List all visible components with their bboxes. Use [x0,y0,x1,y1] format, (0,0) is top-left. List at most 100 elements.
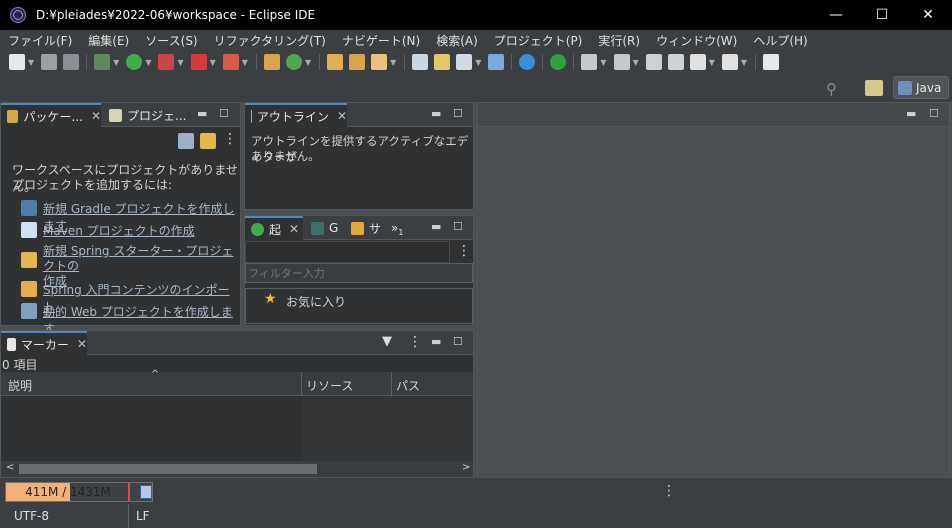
tab-gradle[interactable]: G [305,216,343,240]
horizontal-scrollbar[interactable]: < > [1,461,473,477]
new-class-icon[interactable] [285,54,302,70]
view-menu-icon[interactable]: ⋮ [223,131,237,147]
menu-navigate[interactable]: ナビゲート(N) [334,32,428,49]
close-icon[interactable]: ✕ [337,109,347,123]
collapse-all-icon[interactable] [178,133,194,149]
filter-input[interactable] [245,263,473,283]
maximize-button[interactable]: ☐ [859,0,905,30]
run-icon[interactable] [126,54,143,70]
wizard-icon[interactable] [434,54,451,70]
coverage-dropdown-icon[interactable]: ▼ [177,58,183,67]
menu-file[interactable]: ファイル(F) [0,32,80,49]
gear-icon[interactable] [519,54,536,70]
filter-icon[interactable]: ▼ [382,334,392,349]
close-icon[interactable]: ✕ [289,222,299,236]
minimize-view-icon[interactable]: ▬ [197,107,207,120]
back-dropdown-icon[interactable]: ▼ [709,58,715,67]
minimize-view-icon[interactable]: ▬ [431,107,441,120]
maximize-view-icon[interactable]: ☐ [929,107,939,120]
annotation-next-icon[interactable] [581,54,598,70]
status-drag-handle[interactable]: ⋮ [662,483,676,499]
view-menu-icon[interactable]: ⋮ [408,334,422,350]
scroll-right-icon[interactable]: > [462,462,470,473]
external-tools-dropdown-icon[interactable]: ▼ [242,58,248,67]
minimize-view-icon[interactable]: ▬ [431,335,441,348]
new-package-icon[interactable] [263,54,280,70]
stop-icon[interactable] [190,54,207,70]
tab-overflow[interactable]: » 1 [385,216,409,240]
minimize-button[interactable]: — [813,0,859,30]
maximize-view-icon[interactable]: ☐ [453,335,463,348]
debug-dropdown-icon[interactable]: ▼ [113,58,119,67]
line-delimiter-status[interactable]: LF [136,509,150,523]
minimize-view-icon[interactable]: ▬ [431,220,441,233]
forward-arrow-icon[interactable] [721,54,738,70]
last-edit-icon[interactable] [645,54,662,70]
menu-project[interactable]: プロジェクト(P) [486,32,591,49]
scrollbar-thumb[interactable] [19,464,317,474]
tab-package-explorer[interactable]: パッケー... ✕ [1,103,101,127]
annotation-next-dropdown-icon[interactable]: ▼ [600,58,606,67]
minimize-view-icon[interactable]: ▬ [906,107,916,120]
forward-edit-icon[interactable] [667,54,684,70]
column-divider[interactable] [391,372,392,396]
tab-project-explorer[interactable]: プロジェ... [103,103,191,127]
back-arrow-icon[interactable] [689,54,706,70]
terminal-icon[interactable] [488,54,505,70]
menu-edit[interactable]: 編集(E) [80,32,137,49]
open-task-icon[interactable] [412,54,429,70]
column-resource[interactable]: リソース [306,377,353,394]
new-class-dropdown-icon[interactable]: ▼ [305,58,311,67]
column-path[interactable]: パス [396,377,420,394]
link-editor-icon[interactable] [200,133,216,149]
tab-servers[interactable]: サ [345,216,385,240]
power-icon[interactable] [550,54,567,70]
menu-help[interactable]: ヘルプ(H) [745,32,815,49]
heap-status[interactable]: 411M / 1431M [5,482,153,502]
close-icon[interactable]: ✕ [77,337,87,351]
close-icon[interactable]: ✕ [91,109,101,123]
annotation-prev-icon[interactable] [613,54,630,70]
menu-window[interactable]: ウィンドウ(W) [648,32,745,49]
maximize-view-icon[interactable]: ☐ [219,107,229,120]
favorites-label[interactable]: お気に入り [286,293,346,310]
tab-outline[interactable]: アウトライン ✕ [245,103,347,127]
maximize-view-icon[interactable]: ☐ [453,107,463,120]
link-new-maven-project[interactable]: Maven プロジェクトの作成 [21,222,195,239]
trash-icon[interactable] [140,485,152,499]
open-resource-icon[interactable] [456,54,473,70]
scroll-left-icon[interactable]: < [6,462,14,473]
new-dropdown-icon[interactable]: ▼ [28,58,34,67]
coverage-icon[interactable] [158,54,175,70]
menu-search[interactable]: 検索(A) [428,32,486,49]
stop-dropdown-icon[interactable]: ▼ [210,58,216,67]
save-icon[interactable] [41,54,58,70]
column-divider[interactable] [301,372,302,396]
pin-editor-icon[interactable] [763,54,780,70]
menu-run[interactable]: 実行(R) [590,32,648,49]
close-button[interactable]: ✕ [905,0,951,30]
pen-icon[interactable] [371,54,388,70]
open-perspective-icon[interactable] [865,80,883,96]
save-all-icon[interactable] [63,54,80,70]
resource-dropdown-icon[interactable]: ▼ [475,58,481,67]
pen-dropdown-icon[interactable]: ▼ [390,58,396,67]
menu-source[interactable]: ソース(S) [137,32,205,49]
link-new-spring-starter-label[interactable]: 新規 Spring スターター・プロジェクトの [43,244,240,274]
encoding-status[interactable]: UTF-8 [14,509,49,523]
annotation-prev-dropdown-icon[interactable]: ▼ [633,58,639,67]
tab-start[interactable]: 起 ✕ [245,216,303,240]
tab-markers[interactable]: マーカー ✕ [1,331,87,355]
forward-dropdown-icon[interactable]: ▼ [741,58,747,67]
view-menu-icon[interactable]: ⋮ [457,243,471,259]
open-folder-icon[interactable] [349,54,366,70]
maximize-view-icon[interactable]: ☐ [453,220,463,233]
search-icon[interactable]: ⚲ [826,80,837,98]
menu-refactor[interactable]: リファクタリング(T) [206,32,334,49]
run-dropdown-icon[interactable]: ▼ [145,58,151,67]
open-type-icon[interactable] [327,54,344,70]
link-new-maven-project-label[interactable]: Maven プロジェクトの作成 [43,222,195,239]
external-tools-icon[interactable] [222,54,239,70]
debug-icon[interactable] [94,54,111,70]
new-file-icon[interactable] [9,54,25,70]
